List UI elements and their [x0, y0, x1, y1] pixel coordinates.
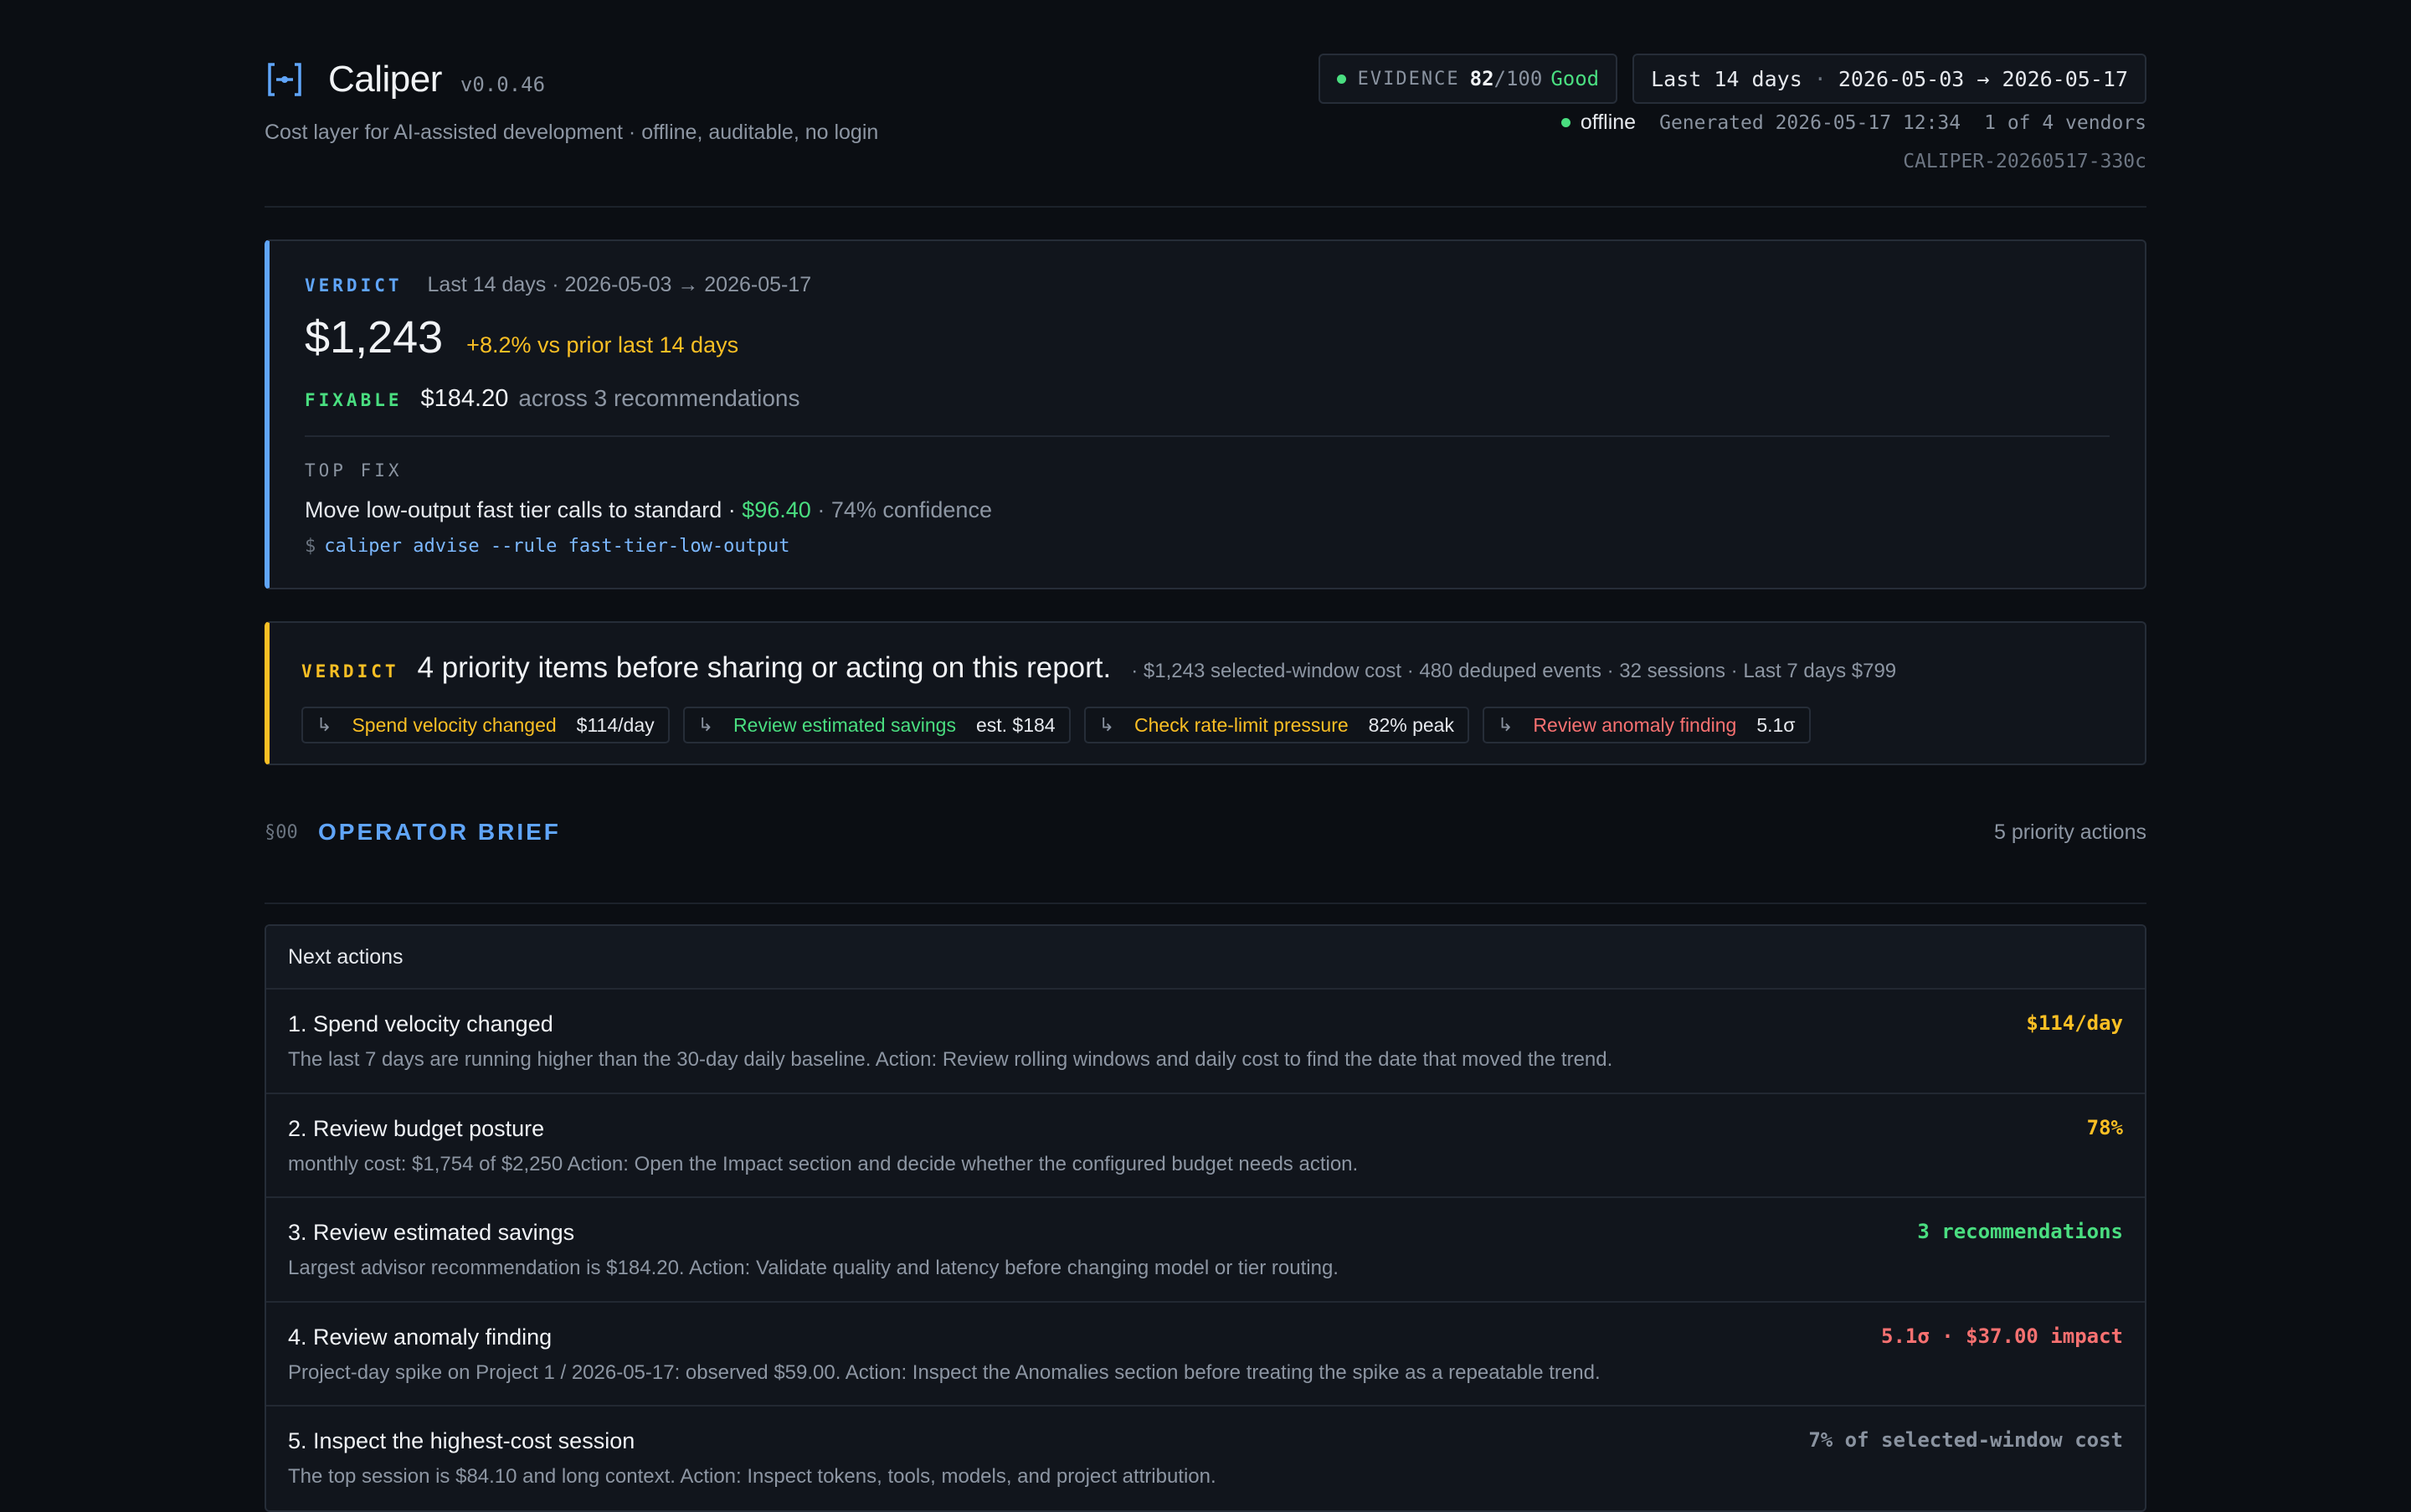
section-count: 5 priority actions [1993, 820, 2146, 844]
action-row[interactable]: 3. Review estimated savings Largest advi… [266, 1198, 2145, 1303]
action-row[interactable]: 5. Inspect the highest-cost session The … [266, 1407, 2145, 1510]
action-title: 3. Review estimated savings [288, 1220, 575, 1245]
shell-prompt: $ [305, 536, 316, 557]
action-metric: 78% [2086, 1115, 2123, 1139]
report-page: Caliper v0.0.46 Cost layer for AI-assist… [265, 52, 2146, 1512]
action-description: The top session is $84.10 and long conte… [288, 1465, 1216, 1488]
range-dates: 2026-05-03 → 2026-05-17 [1838, 66, 2128, 91]
app-name: Caliper [328, 59, 442, 100]
offline-dot-icon [1560, 118, 1570, 127]
evidence-max: /100 [1493, 67, 1543, 90]
action-description: monthly cost: $1,754 of $2,250 Action: O… [288, 1152, 1359, 1175]
action-title: 5. Inspect the highest-cost session [288, 1428, 635, 1453]
evidence-grade: Good [1550, 67, 1600, 90]
priority-headline: 4 priority items before sharing or actin… [417, 651, 1112, 684]
next-actions-heading: Next actions [266, 926, 2145, 990]
cost-delta: +8.2% vs prior last 14 days [466, 332, 739, 357]
priority-headline-row: VERDICT 4 priority items before sharing … [301, 651, 1896, 685]
chip-label: Review estimated savings [733, 713, 956, 736]
chip-value: 5.1σ [1756, 713, 1796, 736]
return-arrow-icon: ↳ [697, 714, 714, 735]
vendor-count: 1 of 4 vendors [1984, 111, 2146, 134]
action-row[interactable]: 2. Review budget posture monthly cost: $… [266, 1094, 2145, 1198]
evidence-score: 82 [1469, 67, 1494, 90]
priority-chip[interactable]: ↳ Review anomaly finding 5.1σ [1482, 707, 1811, 743]
action-metric: 3 recommendations [1917, 1220, 2123, 1243]
total-cost: $1,243 [305, 312, 444, 363]
fixable-amount: $184.20 [420, 385, 509, 412]
section-title[interactable]: OPERATOR BRIEF [318, 819, 561, 846]
action-title: 2. Review budget posture [288, 1115, 545, 1141]
action-title: 1. Spend velocity changed [288, 1011, 553, 1036]
return-arrow-icon: ↳ [316, 714, 332, 735]
fixable-row: FIXABLE $184.20 across 3 recommendations [305, 385, 2110, 413]
caliper-logo-icon [268, 63, 301, 96]
app-version: v0.0.46 [460, 73, 546, 96]
tagline: Cost layer for AI-assisted development ·… [265, 121, 879, 144]
priority-meta: · $1,243 selected-window cost · 480 dedu… [1131, 660, 1897, 682]
generated-timestamp: Generated 2026-05-17 12:34 [1659, 111, 1961, 134]
action-metric: 5.1σ · $37.00 impact [1881, 1324, 2123, 1348]
header-controls: EVIDENCE 82 /100 Good Last 14 days · 202… [1318, 54, 2146, 104]
fixable-label: FIXABLE [305, 390, 403, 410]
top-fix-savings: $96.40 [742, 497, 811, 522]
status-dot-icon [1336, 74, 1346, 84]
top-fix-confidence: · 74% confidence [810, 497, 992, 522]
date-range-selector[interactable]: Last 14 days · 2026-05-03 → 2026-05-17 [1632, 54, 2146, 104]
top-fix-text: Move low-output fast tier calls to stand… [305, 497, 722, 522]
section-number: §00 [265, 822, 298, 843]
report-header: Caliper v0.0.46 Cost layer for AI-assist… [265, 52, 2146, 208]
action-description: Largest advisor recommendation is $184.2… [288, 1257, 1339, 1279]
cost-row: $1,243 +8.2% vs prior last 14 days [305, 311, 2110, 363]
chip-label: Check rate-limit pressure [1134, 713, 1349, 736]
action-description: The last 7 days are running higher than … [288, 1048, 1613, 1071]
action-metric: $114/day [2026, 1011, 2123, 1035]
action-title: 4. Review anomaly finding [288, 1324, 553, 1350]
priority-verdict-card: VERDICT 4 priority items before sharing … [265, 621, 2146, 765]
range-label: Last 14 days [1651, 66, 1802, 91]
evidence-label: EVIDENCE [1357, 68, 1460, 90]
verdict-card: VERDICT Last 14 days · 2026-05-03 → 2026… [265, 239, 2146, 589]
action-row[interactable]: 4. Review anomaly finding Project-day sp… [266, 1303, 2145, 1407]
offline-status: offline [1580, 111, 1637, 134]
top-fix-separator: · [722, 497, 743, 522]
brand: Caliper v0.0.46 [265, 59, 545, 100]
divider [305, 435, 2110, 437]
verdict-period: Last 14 days · 2026-05-03 → 2026-05-17 [427, 273, 812, 296]
evidence-badge[interactable]: EVIDENCE 82 /100 Good [1318, 54, 1618, 104]
return-arrow-icon: ↳ [1098, 714, 1115, 735]
chip-value: $114/day [576, 713, 655, 736]
fixable-recommendations: across 3 recommendations [518, 385, 800, 411]
chip-value: est. $184 [975, 713, 1056, 736]
section-divider [265, 903, 2146, 904]
chip-label: Spend velocity changed [352, 713, 557, 736]
header-meta: offline Generated 2026-05-17 12:34 1 of … [1560, 111, 2146, 135]
range-separator: · [1813, 66, 1827, 91]
verdict-row: VERDICT Last 14 days · 2026-05-03 → 2026… [305, 273, 2110, 297]
next-actions-table: Next actions 1. Spend velocity changed T… [265, 924, 2146, 1512]
report-id: CALIPER-20260517-330c [1903, 151, 2146, 172]
priority-chip[interactable]: ↳ Spend velocity changed $114/day [301, 707, 670, 743]
priority-verdict-label: VERDICT [301, 661, 399, 681]
action-description: Project-day spike on Project 1 / 2026-05… [288, 1360, 1601, 1384]
return-arrow-icon: ↳ [1497, 714, 1514, 735]
verdict-label: VERDICT [305, 275, 403, 296]
chip-label: Review anomaly finding [1533, 713, 1737, 736]
action-row[interactable]: 1. Spend velocity changed The last 7 day… [266, 990, 2145, 1094]
action-metric: 7% of selected-window cost [1808, 1428, 2123, 1452]
command-line[interactable]: $ caliper advise --rule fast-tier-low-out… [305, 536, 2110, 557]
priority-chips: ↳ Spend velocity changed $114/day ↳ Revi… [301, 707, 1811, 743]
advise-command[interactable]: caliper advise --rule fast-tier-low-outp… [324, 536, 789, 557]
top-fix-label: TOP FIX [305, 460, 403, 481]
operator-brief-section: §00 OPERATOR BRIEF 5 priority actions [265, 805, 2146, 906]
priority-chip[interactable]: ↳ Check rate-limit pressure 82% peak [1083, 707, 1469, 743]
priority-chip[interactable]: ↳ Review estimated savings est. $184 [682, 707, 1071, 743]
top-fix-row: Move low-output fast tier calls to stand… [305, 497, 2110, 523]
chip-value: 82% peak [1368, 713, 1454, 736]
